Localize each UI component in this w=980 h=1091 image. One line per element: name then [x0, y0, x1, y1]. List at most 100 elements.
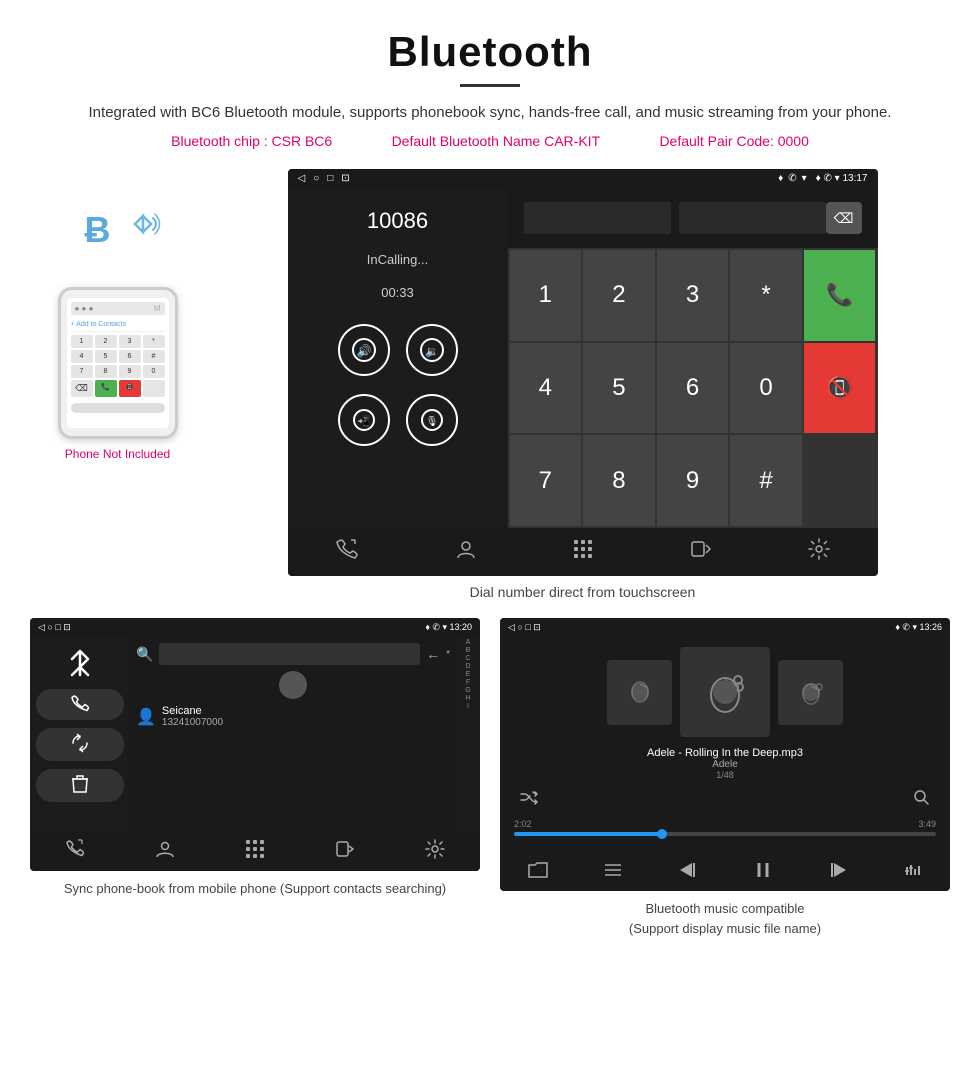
contact-info: Seicane 13241007000	[162, 705, 223, 728]
phone-key-8[interactable]: 8	[95, 365, 117, 378]
android-screen-container: ◁ ○ □ ⊡ ♦ ✆ ▾ ♦ ✆ ▾ 13:17 10086 InCallin…	[215, 169, 950, 600]
dialer-input-box-2	[679, 202, 826, 234]
back-arrow-icon[interactable]: ←	[426, 646, 440, 662]
music-nav-play-pause[interactable]	[753, 861, 773, 884]
search-music-icon[interactable]	[912, 788, 930, 811]
search-input[interactable]	[159, 643, 420, 665]
pb-call-button[interactable]	[36, 689, 124, 720]
dialer-backspace-button[interactable]: ⌫	[826, 202, 862, 234]
alpha-F[interactable]: F	[458, 679, 478, 686]
alpha-B[interactable]: B	[458, 647, 478, 654]
music-nav-equalizer[interactable]	[903, 861, 923, 884]
contact-avatar	[279, 671, 307, 699]
status-bar: ◁ ○ □ ⊡ ♦ ✆ ▾ ♦ ✆ ▾ 13:17	[288, 169, 878, 188]
phone-key-7[interactable]: 7	[71, 365, 93, 378]
dialer-call-button[interactable]: 📞	[804, 250, 876, 341]
pb-nav-phone[interactable]	[65, 839, 85, 864]
alpha-C[interactable]: C	[458, 655, 478, 662]
pb-delete-button[interactable]	[36, 769, 124, 802]
spec-code: Default Pair Code: 0000	[659, 133, 808, 149]
dialer-input-display	[524, 202, 826, 234]
pb-nav-contacts[interactable]	[155, 839, 175, 864]
music-nav-next[interactable]	[828, 861, 848, 884]
phone-key-9[interactable]: 9	[119, 365, 141, 378]
dialer-key-3[interactable]: 3	[657, 250, 729, 341]
main-section: Ƀ ● ● ● M + Add to Contacts 1 2 3	[0, 159, 980, 600]
phonebook-caption-text: Sync phone-book from mobile phone (Suppo…	[64, 881, 446, 896]
alpha-E[interactable]: E	[458, 671, 478, 678]
phone-key-6[interactable]: 6	[119, 350, 141, 363]
music-caption-text: Bluetooth music compatible(Support displ…	[629, 901, 821, 936]
phone-key-end[interactable]: 📵	[119, 380, 141, 397]
phone-key-del[interactable]: ⌫	[71, 380, 93, 397]
dialer-key-star[interactable]: *	[730, 250, 802, 341]
dialer-key-2[interactable]: 2	[583, 250, 655, 341]
dialer-key-1[interactable]: 1	[510, 250, 582, 341]
pb-status-bar: ◁ ○ □ ⊡ ♦ ✆ ▾ 13:20	[30, 618, 480, 637]
dialer-key-hash[interactable]: #	[730, 435, 802, 526]
volume-up-button[interactable]: 🔊	[338, 324, 390, 376]
dialer-end-button[interactable]: 📵	[804, 343, 876, 434]
transfer-call-button[interactable]: 📲	[338, 394, 390, 446]
search-icon[interactable]: 🔍	[136, 646, 153, 663]
pb-contact-row[interactable]: 👤 Seicane 13241007000	[136, 701, 450, 732]
music-nav-list[interactable]	[603, 861, 623, 884]
mute-button[interactable]: 🎙	[406, 394, 458, 446]
page-description: Integrated with BC6 Bluetooth module, su…	[40, 101, 940, 125]
dialer-key-5[interactable]: 5	[583, 343, 655, 434]
back-icon[interactable]: ◁	[298, 173, 306, 184]
nav-contacts-icon[interactable]	[455, 538, 477, 566]
alpha-D[interactable]: D	[458, 663, 478, 670]
music-nav-folder[interactable]	[528, 861, 548, 884]
recents-icon[interactable]: □	[327, 173, 333, 184]
bluetooth-symbol-icon: Ƀ	[85, 209, 111, 251]
phone-key-1[interactable]: 1	[71, 335, 93, 348]
pb-nav-settings[interactable]	[425, 839, 445, 864]
nav-dialpad-icon[interactable]	[572, 538, 594, 566]
phone-icon: ✆	[788, 173, 796, 184]
album-art-left	[607, 660, 672, 725]
contact-person-icon: 👤	[136, 707, 156, 727]
pb-nav-transfer[interactable]	[335, 839, 355, 864]
nav-phone-icon[interactable]	[335, 538, 359, 566]
home-icon[interactable]: ○	[313, 173, 319, 184]
phone-key-0[interactable]: 0	[143, 365, 165, 378]
nav-transfer-icon[interactable]	[690, 538, 712, 566]
dialer-key-8[interactable]: 8	[583, 435, 655, 526]
phone-key-hash[interactable]: #	[143, 350, 165, 363]
bluetooth-signal-icon	[127, 204, 163, 250]
dialer-panel: ⌫ 1 2 3 * 📞 4 5 6 0 📵	[508, 188, 878, 528]
phonebook-screen: ◁ ○ □ ⊡ ♦ ✆ ▾ 13:20	[30, 618, 480, 871]
shuffle-icon[interactable]	[520, 789, 538, 810]
status-bar-right: ♦ ✆ ▾ ♦ ✆ ▾ 13:17	[778, 173, 867, 184]
music-main-content: Adele - Rolling In the Deep.mp3 Adele 1/…	[500, 637, 950, 854]
alpha-I[interactable]: I	[458, 703, 478, 710]
phone-key-call[interactable]: 📞	[95, 380, 117, 397]
phone-key-sp[interactable]	[143, 380, 165, 397]
call-status-label: InCalling...	[367, 252, 428, 267]
pb-sync-button[interactable]	[36, 728, 124, 761]
dialer-key-9[interactable]: 9	[657, 435, 729, 526]
music-progress-row: 2:02 3:49	[510, 819, 940, 836]
phone-key-2[interactable]: 2	[95, 335, 117, 348]
screenshot-icon[interactable]: ⊡	[341, 173, 349, 184]
dialer-key-7[interactable]: 7	[510, 435, 582, 526]
nav-settings-icon[interactable]	[808, 538, 830, 566]
pb-nav-dialpad[interactable]	[245, 839, 265, 864]
dialer-key-4[interactable]: 4	[510, 343, 582, 434]
alpha-G[interactable]: G	[458, 687, 478, 694]
music-block: ◁ ○ □ ⊡ ♦ ✆ ▾ 13:26	[500, 618, 950, 938]
phone-key-star[interactable]: *	[143, 335, 165, 348]
phone-key-5[interactable]: 5	[95, 350, 117, 363]
volume-down-button[interactable]: 🔉	[406, 324, 458, 376]
contact-name: Seicane	[162, 705, 223, 717]
progress-bar[interactable]	[514, 832, 936, 836]
alpha-A[interactable]: A	[458, 639, 478, 646]
alpha-H[interactable]: H	[458, 695, 478, 702]
dialer-key-0[interactable]: 0	[730, 343, 802, 434]
call-screen-body: 10086 InCalling... 00:33 🔊	[288, 188, 878, 528]
dialer-key-6[interactable]: 6	[657, 343, 729, 434]
phone-key-3[interactable]: 3	[119, 335, 141, 348]
phone-key-4[interactable]: 4	[71, 350, 93, 363]
music-nav-prev[interactable]	[678, 861, 698, 884]
